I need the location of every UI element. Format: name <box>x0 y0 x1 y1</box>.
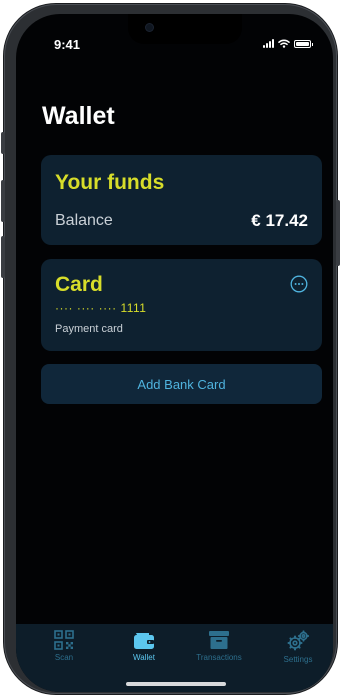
tab-label-wallet: Wallet <box>133 653 155 662</box>
notch <box>128 14 242 44</box>
payment-card[interactable]: Card ···· ···· ···· 1111 Payment card <box>41 259 322 351</box>
volume-down-button <box>1 236 5 278</box>
status-time: 9:41 <box>54 37 81 52</box>
gears-icon <box>287 630 310 651</box>
battery-icon <box>294 39 313 48</box>
tab-label-scan: Scan <box>54 653 74 662</box>
wifi-icon <box>278 39 290 48</box>
mute-switch <box>1 132 5 154</box>
screen: 9:41 Wallet Your funds Balance € 17.42 C… <box>16 14 333 692</box>
card-title: Card <box>55 273 103 296</box>
home-indicator[interactable] <box>126 682 226 686</box>
tab-scan[interactable]: Scan <box>29 630 99 670</box>
balance-value: € 17.42 <box>251 211 308 230</box>
status-icons <box>263 39 313 48</box>
card-masked-number: ···· ···· ···· 1111 <box>55 301 147 315</box>
add-bank-card-button[interactable]: Add Bank Card <box>41 364 322 404</box>
balance-label: Balance <box>55 212 113 229</box>
tab-transactions[interactable]: Transactions <box>184 630 254 670</box>
card-subtitle: Payment card <box>55 323 123 335</box>
tab-settings[interactable]: Settings <box>263 630 333 670</box>
cellular-signal-icon <box>263 39 274 48</box>
archive-box-icon <box>209 631 229 649</box>
wallet-icon <box>134 633 154 649</box>
front-camera <box>146 24 153 31</box>
ellipsis-circle-icon[interactable] <box>290 275 308 293</box>
volume-up-button <box>1 180 5 222</box>
tab-wallet[interactable]: Wallet <box>109 630 179 670</box>
power-button <box>336 200 340 266</box>
tab-label-transactions: Transactions <box>196 653 242 662</box>
page-title: Wallet <box>42 102 115 130</box>
tab-label-settings: Settings <box>283 655 313 664</box>
qr-code-icon <box>54 630 74 650</box>
funds-title: Your funds <box>55 171 165 194</box>
funds-card[interactable]: Your funds Balance € 17.42 <box>41 155 322 245</box>
phone-frame: 9:41 Wallet Your funds Balance € 17.42 C… <box>1 4 340 694</box>
